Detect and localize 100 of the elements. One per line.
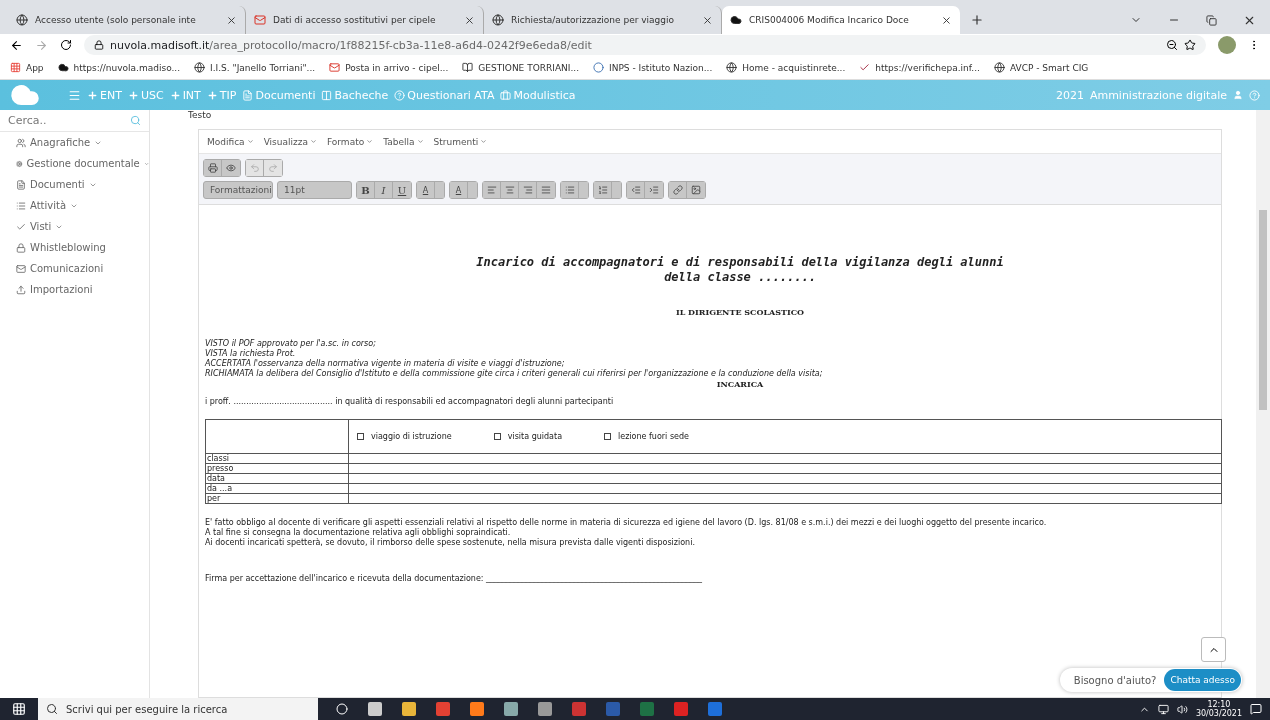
app-icon[interactable]: [538, 702, 552, 716]
link-icon: [672, 185, 683, 195]
editor-menu[interactable]: Formato: [326, 136, 374, 147]
sidebar-item[interactable]: Gestione documentale: [0, 153, 149, 174]
bookmark-link[interactable]: INPS - Istituto Nazion...: [609, 62, 713, 73]
bookmark-link[interactable]: GESTIONE TORRIANI...: [478, 62, 580, 73]
zoom-icon[interactable]: [1166, 39, 1178, 51]
outdent-button[interactable]: [627, 182, 645, 198]
checkbox[interactable]: [604, 433, 612, 440]
back-icon[interactable]: [10, 38, 23, 52]
caret-icon: [416, 138, 424, 145]
bookmark-link[interactable]: Home - acquistinrete...: [742, 62, 846, 73]
table-cell: data: [205, 473, 349, 484]
upload-icon: [16, 284, 26, 295]
image-icon: [691, 185, 701, 195]
profile-avatar[interactable]: [1218, 36, 1236, 54]
search-icon: [46, 703, 58, 715]
address-bar[interactable]: nuvola.madisoft.it/area_protocollo/macro/1f88215f-cb3a-11e8-a6d4-0242f9e6eda8/edit: [84, 35, 1206, 55]
close-icon: [464, 14, 475, 26]
ring-icon: [593, 62, 605, 73]
sidebar-item[interactable]: Attività: [0, 195, 149, 216]
reload-icon[interactable]: [60, 39, 72, 51]
chat-button[interactable]: Chatta adesso: [1164, 669, 1241, 691]
checkbox[interactable]: [357, 433, 364, 440]
bullet-list-icon: [564, 185, 575, 195]
notification-icon[interactable]: [1250, 703, 1262, 715]
check-icon: [859, 62, 871, 73]
link-button[interactable]: [669, 182, 687, 198]
question-icon: [394, 89, 406, 101]
sidebar-item[interactable]: Anagrafiche: [0, 132, 149, 153]
volume-icon[interactable]: [1176, 703, 1188, 715]
app-icon[interactable]: [572, 702, 586, 716]
help-icon[interactable]: [1249, 89, 1260, 101]
apps-grid-icon: [10, 62, 21, 73]
users-icon: [16, 137, 26, 148]
close-icon: [226, 14, 237, 26]
bookmark-link[interactable]: https://verifichepa.inf...: [875, 62, 980, 73]
search-icon: [130, 115, 141, 126]
document-icon: [16, 179, 26, 190]
sidebar-item[interactable]: Importazioni: [0, 279, 149, 300]
board-icon: [321, 89, 333, 101]
plus-icon: [127, 89, 139, 101]
table-cell: per: [205, 493, 349, 504]
sidebar-item[interactable]: Comunicazioni: [0, 258, 149, 279]
plus-icon: [206, 89, 218, 101]
list-icon: [16, 200, 26, 211]
user-icon[interactable]: [1233, 90, 1243, 100]
scrollbar[interactable]: [1256, 110, 1270, 698]
checkbox[interactable]: [493, 433, 501, 440]
document-icon: [242, 89, 254, 101]
globe-icon: [726, 62, 738, 73]
globe-icon: [16, 14, 28, 26]
editor-menu[interactable]: Visualizza: [263, 136, 317, 147]
bookmark-link[interactable]: I.I.S. "Janello Torriani"...: [210, 62, 316, 73]
scroll-top-button[interactable]: [1201, 637, 1226, 662]
assignment-text: i proff. ....................................... in qualità di responsabili ed accompagnatori degli alunni partecipanti: [205, 397, 615, 407]
browser-tab[interactable]: CRIS004006 Modifica Incarico Doce: [722, 6, 960, 34]
option-label: visita guidata: [507, 432, 563, 441]
color-button[interactable]: A: [417, 182, 435, 198]
sidebar-item[interactable]: Whistleblowing: [0, 237, 149, 258]
sidebar-item[interactable]: Visti: [0, 216, 149, 237]
editor-menu[interactable]: Strumenti: [433, 136, 488, 147]
envelope-icon: [16, 263, 26, 274]
new-tab-icon[interactable]: [970, 13, 984, 27]
option-label: lezione fuori sede: [618, 432, 689, 441]
bookmark-link[interactable]: AVCP - Smart CIG: [1009, 62, 1089, 73]
color-button[interactable]: A: [450, 182, 468, 198]
numbered-list-button[interactable]: [594, 182, 612, 198]
align-right-icon: [522, 185, 533, 195]
taskbar-search[interactable]: Scrivi qui per eseguire la ricerca: [38, 698, 318, 720]
align-left-button[interactable]: [483, 182, 501, 198]
gear-icon: [16, 158, 23, 169]
caret-icon: [366, 138, 374, 145]
cloud-icon: [57, 62, 69, 73]
editor-menu[interactable]: Modifica: [207, 136, 254, 147]
forward-icon[interactable]: [35, 38, 48, 52]
bookmark-link[interactable]: App: [26, 62, 44, 73]
bookmark-link[interactable]: Posta in arrivo - cipel...: [345, 62, 449, 73]
format-select[interactable]: Formattazioni: [203, 181, 273, 199]
format-button[interactable]: B: [357, 182, 375, 198]
lock-icon: [94, 40, 104, 50]
document-title: della classe ........: [663, 270, 817, 285]
book-icon: [462, 62, 474, 73]
note-text: Ai docenti incaricati spetterà, se dovuto, il rimborso delle spese sostenute, nella misura prevista dalle vigenti disposizioni.: [205, 538, 696, 548]
url-path: /area_protocollo/macro/1f88215f-cb3a-11e8-a6d4-0242f9e6eda8/edit: [209, 38, 592, 52]
caret-icon: [480, 138, 488, 145]
print-button[interactable]: [204, 160, 222, 176]
clock-date: 30/03/2021: [1195, 709, 1242, 718]
editor-menu[interactable]: Tabella: [383, 136, 424, 147]
bookmark-link[interactable]: https://nuvola.madiso...: [73, 62, 181, 73]
app-icon[interactable]: [708, 702, 722, 716]
bullet-list-button[interactable]: [561, 182, 579, 198]
note-text: A tal fine si consegna la documentazione relativa agli obblighi sopraindicati.: [205, 528, 512, 538]
search-field[interactable]: Cerca..: [0, 110, 149, 132]
clock-time: 12:10: [1207, 700, 1231, 709]
font-size-select[interactable]: 11pt: [277, 181, 352, 199]
sidebar-item[interactable]: Documenti: [0, 174, 149, 195]
star-icon[interactable]: [1184, 39, 1196, 51]
globe-icon: [492, 14, 504, 26]
restore-icon[interactable]: [1206, 14, 1217, 26]
